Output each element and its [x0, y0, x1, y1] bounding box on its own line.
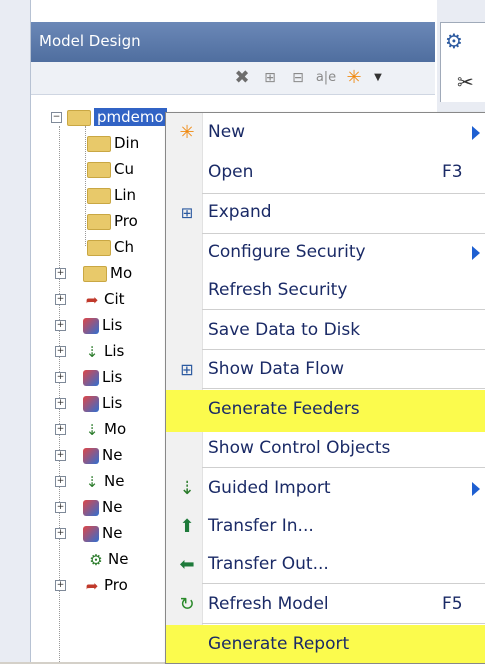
- collapse-expander-icon[interactable]: −: [51, 112, 62, 123]
- server-icon: ⚙: [445, 29, 463, 53]
- rename-icon[interactable]: a|e: [315, 67, 337, 89]
- new-icon[interactable]: ✳: [343, 67, 365, 89]
- menu-item-open[interactable]: Open F3: [166, 153, 485, 191]
- panel-toolbar: ✖ ⊞ ⊟ a|e ✳ ▼: [31, 62, 435, 95]
- link-arrow-icon: ➦: [85, 576, 99, 595]
- expand-expander-icon[interactable]: +: [55, 528, 66, 539]
- expand-expander-icon[interactable]: +: [55, 372, 66, 383]
- menu-item-save-data-to-disk[interactable]: Save Data to Disk: [166, 311, 485, 349]
- folder-icon: [83, 265, 107, 282]
- submenu-arrow-icon: [472, 482, 480, 496]
- expand-expander-icon[interactable]: +: [55, 450, 66, 461]
- expand-expander-icon[interactable]: +: [55, 294, 66, 305]
- guided-import-icon: ⇣: [179, 478, 195, 499]
- menu-item-configure-security[interactable]: Configure Security: [166, 233, 485, 271]
- menu-item-generate-report[interactable]: Generate Report: [166, 625, 485, 663]
- dropdown-icon[interactable]: ▼: [367, 67, 389, 89]
- right-toolbar: ✂: [440, 60, 485, 102]
- menu-item-expand[interactable]: ⊞ Expand: [166, 193, 485, 231]
- tree-root-label: pmdemo: [94, 108, 167, 126]
- folder-icon: [87, 213, 111, 230]
- submenu-arrow-icon: [472, 246, 480, 260]
- cube-icon: [83, 499, 99, 516]
- menu-separator: [202, 388, 485, 389]
- transfer-in-icon: ⬆: [179, 516, 195, 537]
- collapse-icon[interactable]: ⊟: [287, 67, 309, 89]
- menu-item-generate-feeders[interactable]: Generate Feeders: [166, 390, 485, 432]
- menu-item-transfer-in[interactable]: ⬆ Transfer In...: [166, 507, 485, 545]
- cut-icon[interactable]: ✂: [457, 70, 474, 94]
- import-process-icon: ⇣: [85, 472, 99, 491]
- menu-separator: [202, 623, 485, 624]
- expand-icon[interactable]: ⊞: [259, 67, 281, 89]
- cube-icon: [83, 447, 99, 464]
- menu-item-refresh-security[interactable]: Refresh Security: [166, 271, 485, 309]
- cube-icon: [83, 369, 99, 386]
- refresh-icon: ↻: [179, 594, 195, 615]
- menu-item-show-data-flow[interactable]: ⊞ Show Data Flow: [166, 350, 485, 388]
- expand-expander-icon[interactable]: +: [55, 320, 66, 331]
- cube-icon: [83, 525, 99, 542]
- expand-expander-icon[interactable]: +: [55, 346, 66, 357]
- link-arrow-icon: ➦: [85, 290, 99, 309]
- panel-title-bar: Model Design: [31, 22, 435, 62]
- tree-item[interactable]: Pro: [87, 208, 138, 234]
- expand-expander-icon[interactable]: +: [55, 398, 66, 409]
- folder-icon: [87, 161, 111, 178]
- folder-icon: [87, 187, 111, 204]
- context-menu: ✳ New Open F3 ⊞ Expand Configure Securit…: [165, 112, 485, 664]
- tree-guide-line: [85, 126, 86, 246]
- process-icon: ⇣: [85, 420, 99, 439]
- expand-icon: ⊞: [180, 204, 194, 222]
- import-process-icon: ⇣: [85, 342, 99, 361]
- right-tab[interactable]: ⚙: [440, 22, 485, 62]
- transfer-out-icon: ⬅: [179, 554, 195, 575]
- menu-separator: [202, 309, 485, 310]
- chore-icon: ⚙: [89, 550, 103, 569]
- folder-icon: [87, 239, 111, 256]
- expand-expander-icon[interactable]: +: [55, 476, 66, 487]
- delete-icon[interactable]: ✖: [231, 67, 253, 89]
- folder-icon: [67, 109, 91, 126]
- cube-icon: [83, 395, 99, 412]
- tree-item[interactable]: Cu: [87, 156, 134, 182]
- tree-item[interactable]: Din: [87, 130, 139, 156]
- expand-expander-icon[interactable]: +: [55, 580, 66, 591]
- expand-expander-icon[interactable]: +: [55, 424, 66, 435]
- folder-icon: [87, 135, 111, 152]
- cube-icon: [83, 317, 99, 334]
- expand-expander-icon[interactable]: +: [55, 502, 66, 513]
- menu-separator: [202, 467, 485, 468]
- submenu-arrow-icon: [472, 126, 480, 140]
- expand-expander-icon[interactable]: +: [55, 268, 66, 279]
- menu-item-refresh-model[interactable]: ↻ Refresh Model F5: [166, 585, 485, 623]
- menu-item-show-control-objects[interactable]: Show Control Objects: [166, 429, 485, 467]
- menu-item-transfer-out[interactable]: ⬅ Transfer Out...: [166, 545, 485, 583]
- new-icon: ✳: [179, 122, 195, 143]
- tree-item[interactable]: Ch: [87, 234, 134, 260]
- tree-item[interactable]: Lin: [87, 182, 136, 208]
- panel-title: Model Design: [39, 32, 141, 50]
- menu-item-guided-import[interactable]: ⇣ Guided Import: [166, 469, 485, 507]
- menu-item-new[interactable]: ✳ New: [166, 113, 485, 151]
- menu-separator: [202, 583, 485, 584]
- data-flow-icon: ⊞: [180, 360, 194, 379]
- tree-item[interactable]: ⚙ Ne: [87, 546, 128, 572]
